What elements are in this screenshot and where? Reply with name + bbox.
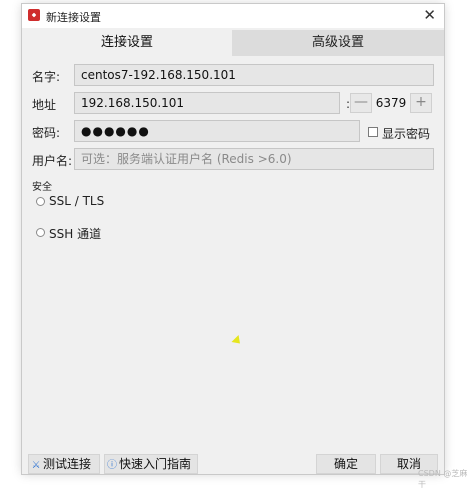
app-logo-icon bbox=[28, 9, 40, 21]
password-input[interactable]: ●●●●●● bbox=[74, 120, 360, 142]
username-input[interactable]: 可选：服务端认证用户名 (Redis >6.0) bbox=[74, 148, 434, 170]
port-input[interactable]: 6379 bbox=[374, 96, 408, 110]
window-title: 新连接设置 bbox=[46, 11, 101, 24]
watermark: CSDN @芝麻干 bbox=[418, 469, 468, 489]
port-decrement-button[interactable]: — bbox=[350, 93, 372, 113]
title-bar: 新连接设置 ✕ bbox=[22, 4, 444, 28]
tab-connection-settings[interactable]: 连接设置 bbox=[22, 30, 232, 56]
show-password-label[interactable]: 显示密码 bbox=[382, 125, 430, 142]
address-input[interactable]: 192.168.150.101 bbox=[74, 92, 340, 114]
security-section-label: 安全 bbox=[32, 182, 52, 193]
help-icon: ⓘ bbox=[107, 460, 117, 471]
ok-button[interactable]: 确定 bbox=[316, 454, 376, 474]
test-connection-label: 测试连接 bbox=[43, 457, 92, 471]
close-icon[interactable]: ✕ bbox=[423, 6, 436, 24]
ssh-tunnel-label[interactable]: SSH 通道 bbox=[49, 225, 101, 242]
password-label: 密码: bbox=[32, 126, 61, 140]
plug-icon: ⚔ bbox=[31, 460, 41, 471]
port-increment-button[interactable]: + bbox=[410, 93, 432, 113]
connection-settings-dialog: 新连接设置 ✕ 连接设置 高级设置 名字: centos7-192.168.15… bbox=[22, 4, 444, 474]
ssl-tls-radio[interactable] bbox=[36, 197, 45, 206]
name-input[interactable]: centos7-192.168.150.101 bbox=[74, 64, 434, 86]
ssl-tls-label[interactable]: SSL / TLS bbox=[49, 194, 104, 208]
mouse-cursor-icon bbox=[231, 334, 244, 348]
quick-start-label: 快速入门指南 bbox=[119, 457, 192, 471]
ssh-tunnel-radio[interactable] bbox=[36, 228, 45, 237]
show-password-checkbox[interactable] bbox=[368, 127, 378, 137]
tab-advanced-settings[interactable]: 高级设置 bbox=[232, 30, 444, 56]
test-connection-button[interactable]: ⚔ 测试连接 bbox=[28, 454, 100, 474]
address-label: 地址 bbox=[32, 98, 57, 112]
quick-start-guide-button[interactable]: ⓘ 快速入门指南 bbox=[104, 454, 198, 474]
username-label: 用户名: bbox=[32, 154, 73, 168]
name-label: 名字: bbox=[32, 70, 61, 84]
